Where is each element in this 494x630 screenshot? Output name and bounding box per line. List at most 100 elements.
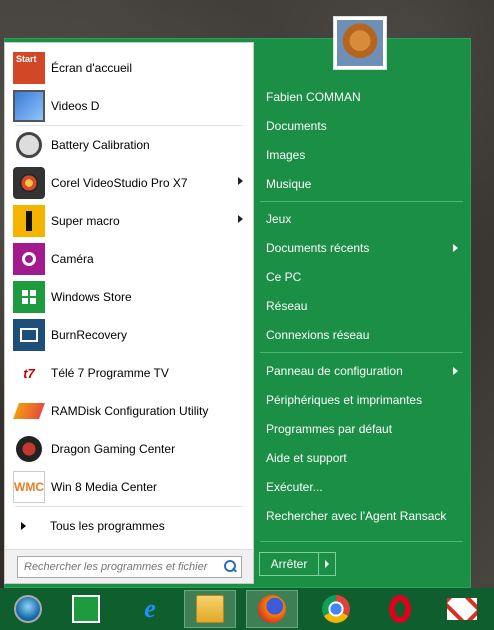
tele7-icon: t7: [23, 365, 35, 381]
right-item-user[interactable]: Fabien COMMAN: [266, 87, 462, 107]
taskbar-chrome[interactable]: [310, 590, 362, 628]
right-item-jeux[interactable]: Jeux: [266, 209, 462, 229]
program-item-tele7[interactable]: t7 Télé 7 Programme TV: [5, 354, 253, 392]
windows-store-icon: [13, 281, 45, 313]
chrome-icon: [322, 595, 350, 623]
programs-pane: Start Écran d'accueil Videos D Battery C…: [4, 42, 254, 584]
program-label: Télé 7 Programme TV: [51, 366, 169, 380]
right-item-connexions-reseau[interactable]: Connexions réseau: [266, 325, 462, 345]
right-item-label: Exécuter...: [266, 480, 323, 494]
shutdown-button-group: Arrêter: [259, 552, 336, 576]
right-item-executer[interactable]: Exécuter...: [266, 477, 462, 497]
program-label: Dragon Gaming Center: [51, 442, 176, 456]
right-item-label: Documents: [266, 119, 327, 133]
program-label: Caméra: [51, 252, 94, 266]
right-item-agent-ransack[interactable]: Rechercher avec l'Agent Ransack: [266, 506, 462, 526]
user-avatar[interactable]: [333, 16, 387, 70]
gmail-icon: [447, 598, 477, 620]
program-item-ecran-accueil[interactable]: Start Écran d'accueil: [5, 49, 253, 87]
taskbar-file-explorer[interactable]: [184, 590, 236, 628]
super-macro-icon: [13, 205, 45, 237]
submenu-arrow-icon: [238, 215, 243, 223]
right-item-peripheriques[interactable]: Périphériques et imprimantes: [266, 390, 462, 410]
opera-icon: [389, 595, 411, 623]
right-item-label: Périphériques et imprimantes: [266, 393, 423, 407]
battery-calibration-icon: [13, 129, 45, 161]
program-separator: [15, 506, 243, 507]
right-item-label: Aide et support: [266, 451, 347, 465]
right-item-label: Ce PC: [266, 270, 302, 284]
shutdown-options-arrow-icon[interactable]: [318, 553, 335, 575]
right-separator: [260, 541, 463, 542]
program-item-camera[interactable]: Caméra: [5, 240, 253, 278]
taskbar-opera[interactable]: [374, 590, 426, 628]
start-orb-icon: [14, 595, 42, 623]
taskbar-firefox[interactable]: [246, 590, 298, 628]
right-item-panneau-configuration[interactable]: Panneau de configuration: [266, 361, 462, 381]
video-folder-icon: [13, 90, 45, 122]
right-item-images[interactable]: Images: [266, 145, 462, 165]
program-label: Windows Store: [51, 290, 132, 304]
search-input[interactable]: [18, 560, 220, 574]
right-item-label: Panneau de configuration: [266, 364, 403, 378]
all-programs-button[interactable]: Tous les programmes: [5, 515, 253, 537]
right-item-label: Jeux: [266, 212, 292, 226]
program-item-super-macro[interactable]: Super macro: [5, 202, 253, 240]
dragon-gaming-icon: [13, 433, 45, 465]
search-area: [5, 549, 253, 583]
program-label: BurnRecovery: [51, 328, 128, 342]
ramdisk-icon: [13, 395, 45, 427]
right-item-label: Musique: [266, 177, 312, 191]
program-label: Super macro: [51, 214, 120, 228]
program-item-windows-store[interactable]: Windows Store: [5, 278, 253, 316]
right-item-programmes-defaut[interactable]: Programmes par défaut: [266, 419, 462, 439]
right-item-label: Réseau: [266, 299, 308, 313]
taskbar-internet-explorer[interactable]: e: [124, 590, 176, 628]
file-explorer-icon: [196, 595, 224, 623]
program-label: Win 8 Media Center: [51, 480, 158, 494]
right-item-ce-pc[interactable]: Ce PC: [266, 267, 462, 287]
burnrecovery-icon: [13, 319, 45, 351]
program-item-dragon-gaming[interactable]: Dragon Gaming Center: [5, 430, 253, 468]
program-label: Battery Calibration: [51, 138, 150, 152]
corel-videostudio-icon: [13, 167, 45, 199]
program-label: Corel VideoStudio Pro X7: [51, 176, 188, 190]
program-item-videos-d[interactable]: Videos D: [5, 87, 253, 125]
cat-photo-avatar: [337, 20, 383, 66]
submenu-arrow-icon: [453, 244, 458, 252]
right-item-label: Images: [266, 148, 306, 162]
camera-icon: [13, 243, 45, 275]
right-item-reseau[interactable]: Réseau: [266, 296, 462, 316]
program-item-ramdisk[interactable]: RAMDisk Configuration Utility: [5, 392, 253, 430]
windows-store-icon: [72, 595, 100, 623]
program-item-media-center[interactable]: WMC Win 8 Media Center: [5, 468, 253, 506]
right-item-musique[interactable]: Musique: [266, 174, 462, 194]
taskbar: e: [0, 588, 494, 630]
taskbar-gmail[interactable]: [436, 590, 488, 628]
right-item-label: Rechercher avec l'Agent Ransack: [266, 509, 447, 523]
right-item-label: Documents récents: [266, 241, 370, 255]
internet-explorer-icon: e: [144, 594, 156, 623]
expand-arrow-icon: [21, 522, 26, 530]
program-label: RAMDisk Configuration Utility: [51, 404, 209, 418]
program-label: Écran d'accueil: [51, 61, 132, 75]
right-item-documents-recents[interactable]: Documents récents: [266, 238, 462, 258]
taskbar-windows-store[interactable]: [60, 590, 112, 628]
media-center-icon: WMC: [13, 471, 45, 503]
submenu-arrow-icon: [238, 177, 243, 185]
right-item-aide-support[interactable]: Aide et support: [266, 448, 462, 468]
firefox-icon: [258, 595, 286, 623]
taskbar-start-button[interactable]: [2, 590, 54, 628]
right-item-label: Connexions réseau: [266, 328, 370, 342]
submenu-arrow-icon: [453, 367, 458, 375]
right-item-label: Programmes par défaut: [266, 422, 393, 436]
search-icon[interactable]: [222, 559, 238, 575]
program-item-battery-calibration[interactable]: Battery Calibration: [5, 126, 253, 164]
right-separator: [260, 201, 463, 202]
shutdown-button[interactable]: Arrêter: [260, 553, 318, 575]
program-item-burnrecovery[interactable]: BurnRecovery: [5, 316, 253, 354]
program-item-corel-videostudio[interactable]: Corel VideoStudio Pro X7: [5, 164, 253, 202]
right-item-documents[interactable]: Documents: [266, 116, 462, 136]
right-item-label: Fabien COMMAN: [266, 90, 361, 104]
search-box: [17, 556, 242, 578]
